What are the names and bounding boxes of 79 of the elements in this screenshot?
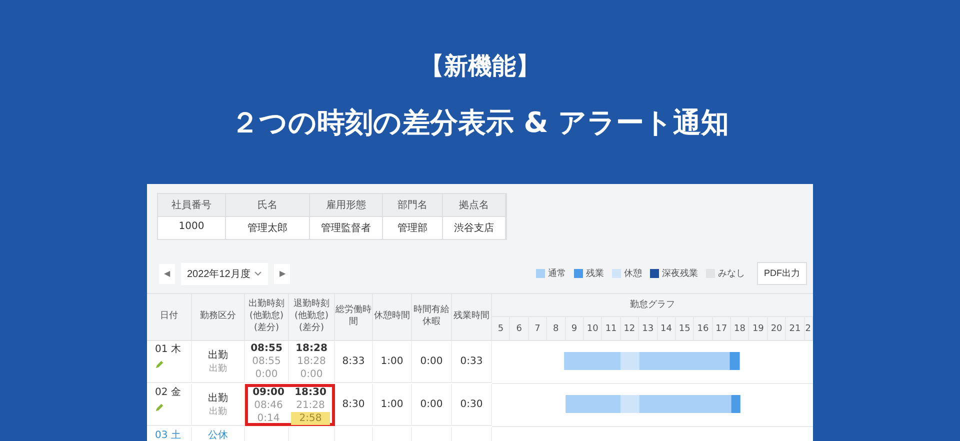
other-time-text: 08:55 [252, 355, 281, 368]
table-cell: 1:00 [380, 399, 404, 410]
date-text: 02 金 [155, 386, 181, 399]
column-header: 勤怠グラフ [492, 294, 813, 317]
date-text: 03 土 [155, 428, 181, 441]
alert-diff: 2:58 [291, 412, 330, 424]
table-cell: 管理部 [383, 216, 443, 239]
table-cell: 0:30 [460, 399, 483, 410]
hour-label: 7 [528, 317, 548, 340]
next-button[interactable]: ▶ [274, 264, 290, 284]
table-cell: 8:30 [342, 399, 365, 410]
column-header: 残業時間 [452, 294, 492, 341]
table-cell: 8:33 [342, 356, 365, 367]
column-header: 総労働時間 [335, 294, 373, 341]
column-header: 日付 [147, 294, 192, 341]
column-header: 休憩時間 [373, 294, 412, 341]
diff-text: 0:00 [299, 368, 324, 381]
work-type-other: 出勤 [209, 406, 227, 418]
column-header: 部門名 [383, 194, 443, 216]
work-type: 公休 [208, 429, 228, 441]
table-cell: 1000 [158, 216, 226, 239]
banner-tag: 【新機能】 [420, 50, 540, 82]
legend-label: 休憩 [624, 268, 642, 280]
pencil-icon[interactable] [155, 403, 164, 412]
hour-label: 5 [492, 317, 510, 340]
work-type: 出勤 [208, 348, 228, 362]
hour-label: 2 [804, 317, 813, 340]
column-header: 時間有給休暇 [412, 294, 452, 341]
hour-label: 9 [566, 317, 584, 340]
hour-label: 6 [510, 317, 529, 340]
time-text: 18:30 [294, 386, 326, 398]
table-cell: 渋谷支店 [443, 216, 506, 239]
legend-label: 通常 [548, 268, 566, 280]
other-time-text: 08:46 [254, 398, 283, 412]
column-header: 退勤時刻 (他勤怠) (差分) [289, 294, 335, 341]
table-cell: 管理太郎 [226, 216, 310, 239]
other-time-text: 18:28 [297, 355, 326, 368]
table-cell: 0:00 [420, 399, 443, 410]
column-header: 出勤時刻 (他勤怠) (差分) [245, 294, 289, 341]
diff-text: 0:00 [254, 368, 279, 381]
hour-label: 20 [768, 317, 786, 340]
hour-label: 13 [639, 317, 658, 340]
diff-text: 0:14 [256, 412, 281, 424]
period-select[interactable]: 2022年12月度 [181, 262, 268, 284]
column-header: 勤務区分 [192, 294, 245, 341]
chevron-down-icon [254, 271, 262, 276]
hour-label: 11 [602, 317, 621, 340]
hour-label: 21 [786, 317, 805, 340]
hour-label: 16 [694, 317, 713, 340]
column-header: 雇用形態 [310, 194, 383, 216]
pdf-export-button[interactable]: PDF出力 [757, 262, 807, 285]
work-type-other: 出勤 [209, 362, 227, 375]
legend-label: みなし [718, 268, 745, 280]
table-cell: 0:00 [420, 356, 443, 367]
previous-button[interactable]: ◀ [159, 264, 175, 284]
banner-headline: ２つの時刻の差分表示 & アラート通知 [231, 105, 729, 141]
column-header: 氏名 [226, 194, 310, 216]
hour-label: 12 [620, 317, 640, 340]
legend-label: 深夜残業 [662, 268, 698, 280]
hour-label: 15 [676, 317, 694, 340]
table-cell: 1:00 [380, 356, 404, 367]
hour-label: 18 [731, 317, 750, 340]
time-text: 09:00 [252, 386, 284, 398]
date-text: 01 木 [155, 342, 181, 356]
time-text: 08:55 [250, 342, 282, 355]
table-cell: 管理監督者 [310, 216, 383, 239]
legend-label: 残業 [586, 268, 604, 280]
hour-label: 8 [547, 317, 566, 340]
column-header: 社員番号 [158, 194, 226, 216]
time-text: 18:28 [296, 342, 328, 355]
pencil-icon[interactable] [155, 360, 164, 369]
work-type: 出勤 [208, 392, 228, 405]
column-header: 拠点名 [443, 194, 506, 216]
table-cell: 0:33 [460, 356, 483, 367]
other-time-text: 21:28 [296, 398, 325, 412]
hour-label: 17 [712, 317, 732, 340]
hour-label: 14 [658, 317, 676, 340]
hour-label: 19 [749, 317, 768, 340]
hour-label: 10 [584, 317, 602, 340]
